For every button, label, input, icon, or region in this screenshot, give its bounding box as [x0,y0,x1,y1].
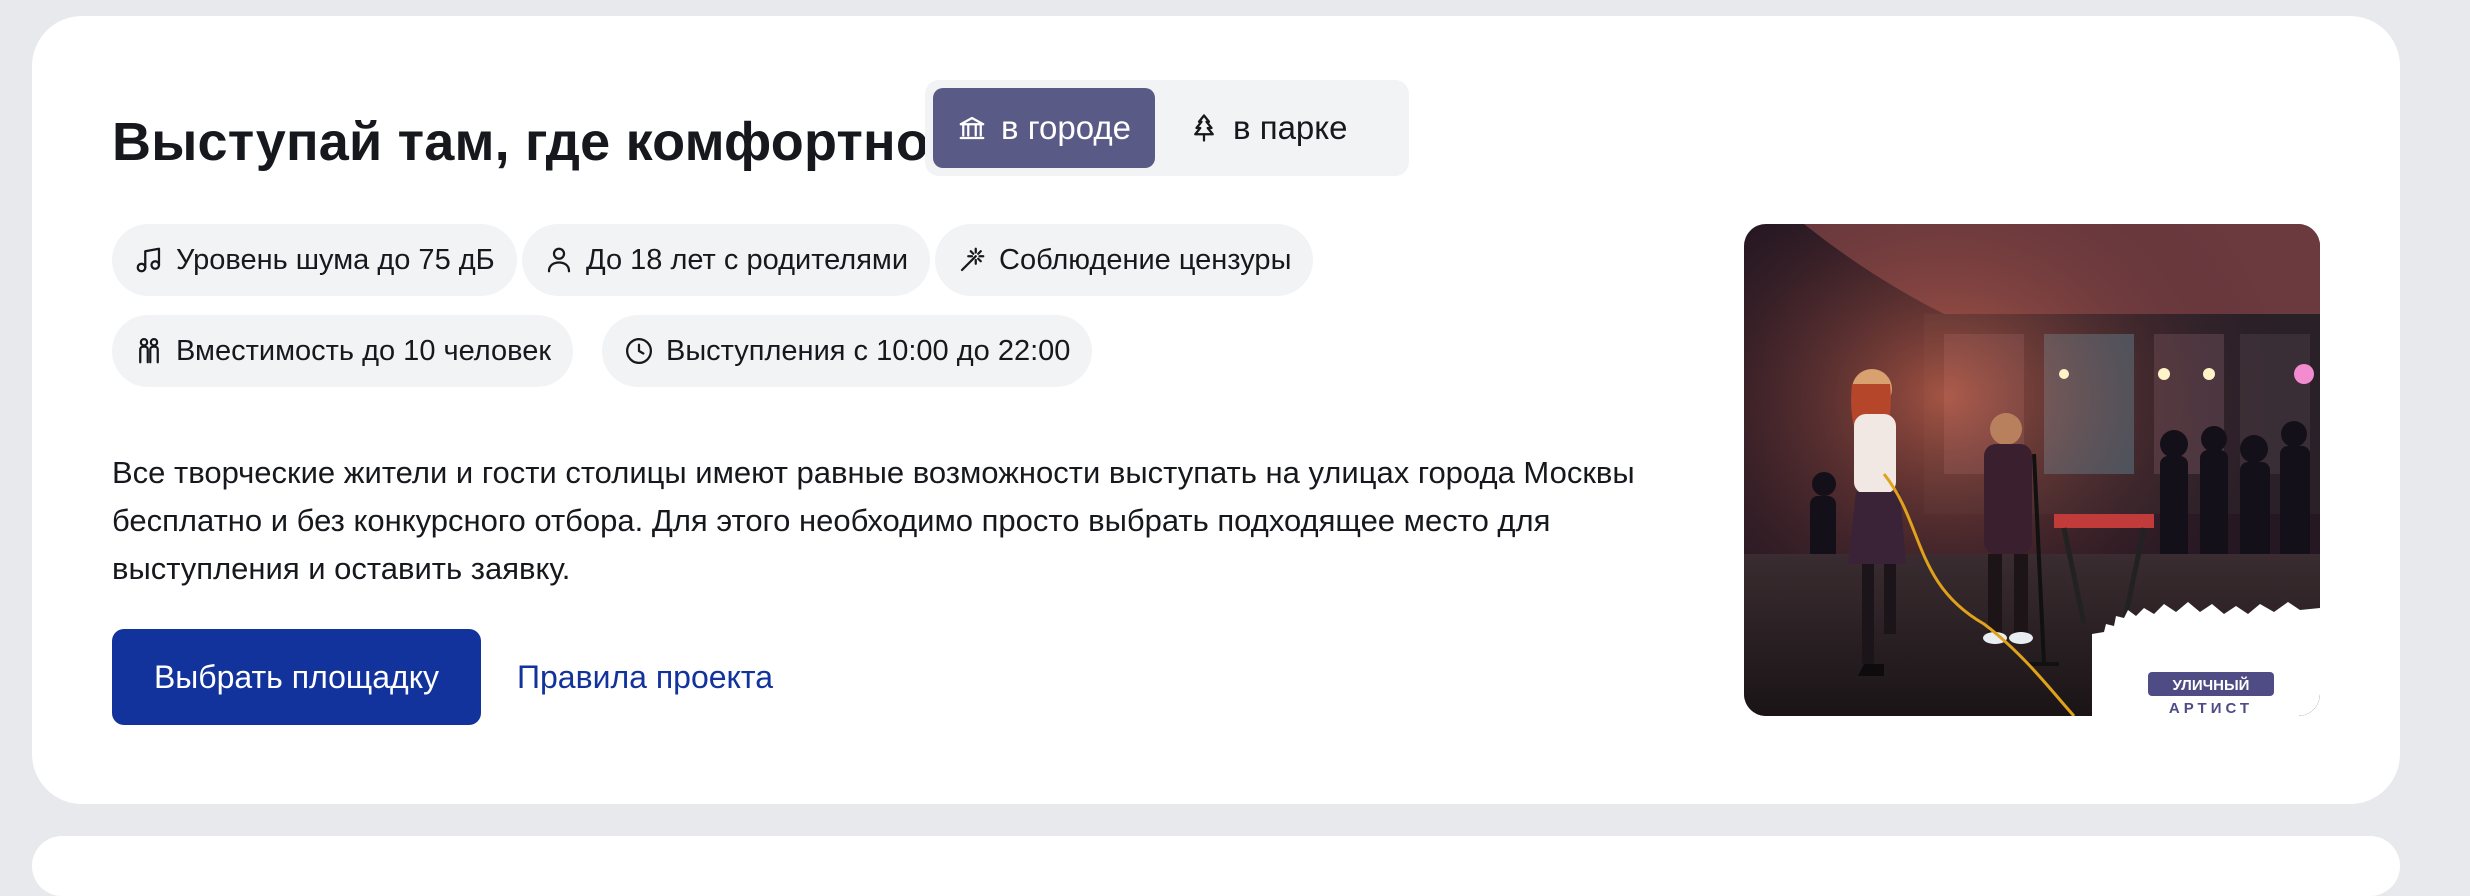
feature-chip-capacity: Вместимость до 10 человек [112,315,574,387]
feature-label: До 18 лет с родителями [586,243,909,276]
feature-chip-noise: Уровень шума до 75 дБ [112,224,517,296]
tree-icon [1194,114,1214,142]
feature-chip-hours: Выступления с 10:00 до 22:00 [602,315,1093,387]
project-rules-link[interactable]: Правила проекта [517,654,773,700]
description-text: Все творческие жители и гости столицы им… [112,455,1635,586]
info-card: Выступай там, где комфортно в городе в п… [32,16,2400,804]
feature-label: Соблюдение цензуры [999,243,1292,276]
clock-icon [626,338,652,364]
feature-chip-age: До 18 лет с родителями [522,224,931,296]
person-icon [547,247,571,273]
toggle-park-label: в парке [1233,109,1348,146]
feature-label: Вместимость до 10 человек [176,334,552,367]
section-title: Выступай там, где комфортно [112,112,930,172]
next-card [32,836,2400,896]
logo-text-line2: АРТИСТ [2169,700,2253,716]
feature-label: Уровень шума до 75 дБ [176,243,495,276]
logo-text-line1: УЛИЧНЫЙ [2173,676,2250,694]
location-toggle: в городе в парке [925,80,1409,176]
toggle-park[interactable]: в парке [1175,88,1401,168]
choose-venue-button[interactable]: Выбрать площадку [112,629,481,725]
museum-icon [959,116,985,140]
toggle-city[interactable]: в городе [933,88,1155,168]
people-icon [139,338,159,364]
feature-label: Выступления с 10:00 до 22:00 [666,334,1071,367]
street-performance-photo: УЛИЧНЫЙ АРТИСТ [1744,224,2320,716]
magic-wand-icon [960,247,985,272]
toggle-city-label: в городе [1001,109,1131,146]
music-note-icon [136,247,161,273]
feature-chip-censorship: Соблюдение цензуры [935,224,1314,296]
